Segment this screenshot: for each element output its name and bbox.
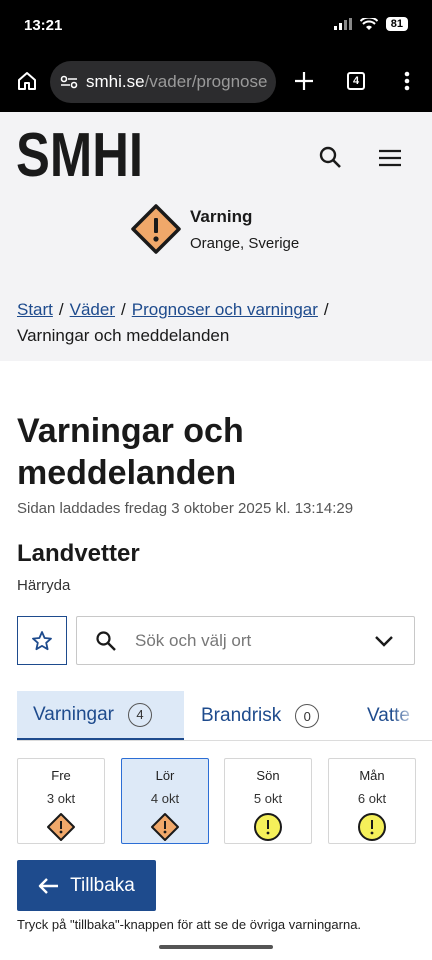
warning-banner[interactable]: Varning Orange, Sverige xyxy=(130,203,299,255)
star-icon xyxy=(32,630,52,650)
search-icon[interactable] xyxy=(318,145,344,171)
breadcrumb-vader[interactable]: Väder xyxy=(70,300,115,319)
day-name: Lör xyxy=(155,768,175,783)
site-settings-icon[interactable] xyxy=(60,75,78,89)
warning-title: Varning xyxy=(190,206,253,226)
warning-icon xyxy=(47,813,75,841)
breadcrumb-separator: / xyxy=(58,300,64,319)
tab-count-badge: 4 xyxy=(127,702,152,727)
site-header: SMHI Varning Orange, Sverige Start / Väder… xyxy=(0,112,432,361)
more-icon[interactable] xyxy=(392,66,422,96)
day-date: 6 okt xyxy=(357,791,387,806)
status-icons: 81 xyxy=(333,17,408,31)
category-tabs: Varningar 4 Brandrisk 0 Vatte xyxy=(17,691,432,741)
url-bar[interactable]: smhi.se /vader/prognose xyxy=(50,61,276,103)
url-path: /vader/prognose xyxy=(144,72,268,91)
breadcrumb-current: Varningar och meddelanden xyxy=(17,326,230,345)
page-title: Varningar och meddelanden xyxy=(17,412,244,492)
place-municipality: Härryda xyxy=(17,577,71,594)
breadcrumb-separator: / xyxy=(121,300,126,319)
back-button-label: Tillbaka xyxy=(70,874,135,896)
day-name: Sön xyxy=(256,768,280,783)
tabs-icon[interactable]: 4 xyxy=(341,66,371,96)
browser-toolbar: smhi.se /vader/prognose 4 xyxy=(0,52,432,112)
signal-icon xyxy=(333,18,352,30)
tab-label: Varningar xyxy=(33,703,114,725)
tab-count: 4 xyxy=(347,72,365,90)
day-date: 4 okt xyxy=(150,791,180,806)
favorite-button[interactable] xyxy=(17,616,67,665)
smhi-logo[interactable]: SMHI xyxy=(16,121,144,190)
day-card-fre[interactable]: Fre 3 okt xyxy=(17,758,105,844)
day-name: Fre xyxy=(51,768,71,783)
home-icon[interactable] xyxy=(12,66,42,96)
chevron-down-icon[interactable] xyxy=(374,635,394,647)
breadcrumb-prognoser[interactable]: Prognoser och varningar xyxy=(132,300,318,319)
day-name: Mån xyxy=(359,768,385,783)
tab-varningar[interactable]: Varningar 4 xyxy=(17,691,184,740)
warning-icon xyxy=(254,813,282,841)
tab-label: Brandrisk xyxy=(201,705,282,726)
warning-subtitle: Orange, Sverige xyxy=(190,234,300,252)
page-loaded-timestamp: Sidan laddades fredag 3 oktober 2025 kl.… xyxy=(17,500,354,517)
day-card-lor[interactable]: Lör 4 okt xyxy=(121,758,209,844)
battery-indicator: 81 xyxy=(385,17,408,31)
search-icon xyxy=(96,630,116,651)
tab-label: Vatte xyxy=(367,705,410,726)
status-bar: 13:21 81 xyxy=(0,0,432,52)
warning-icon xyxy=(151,813,179,841)
svg-text:SMHI: SMHI xyxy=(16,128,143,180)
status-time: 13:21 xyxy=(24,17,63,34)
day-date: 5 okt xyxy=(253,791,283,806)
menu-icon[interactable] xyxy=(377,145,403,171)
warning-icon xyxy=(131,204,181,254)
day-card-son[interactable]: Sön 5 okt xyxy=(224,758,312,844)
url-host: smhi.se xyxy=(86,72,145,91)
place-name: Landvetter xyxy=(17,540,140,567)
breadcrumb-start[interactable]: Start xyxy=(17,300,53,319)
home-indicator[interactable] xyxy=(159,945,273,949)
back-hint-text: Tryck på "tillbaka"-knappen för att se d… xyxy=(17,917,362,932)
tab-brandrisk[interactable]: Brandrisk 0 xyxy=(201,691,320,740)
breadcrumb: Start / Väder / Prognoser och varningar / Var… xyxy=(17,297,417,349)
day-card-man[interactable]: Mån 6 okt xyxy=(328,758,416,844)
plus-icon[interactable] xyxy=(289,66,319,96)
warning-icon xyxy=(358,813,386,841)
arrow-left-icon xyxy=(38,877,59,894)
search-placeholder: Sök och välj ort xyxy=(135,630,252,650)
wifi-icon xyxy=(359,17,378,30)
back-button[interactable]: Tillbaka xyxy=(17,860,156,911)
tab-vattenstand[interactable]: Vatte xyxy=(367,691,410,740)
place-search-input[interactable]: Sök och välj ort xyxy=(76,616,415,665)
day-date: 3 okt xyxy=(46,791,76,806)
tab-count-badge: 0 xyxy=(295,704,320,728)
breadcrumb-separator: / xyxy=(323,300,329,319)
